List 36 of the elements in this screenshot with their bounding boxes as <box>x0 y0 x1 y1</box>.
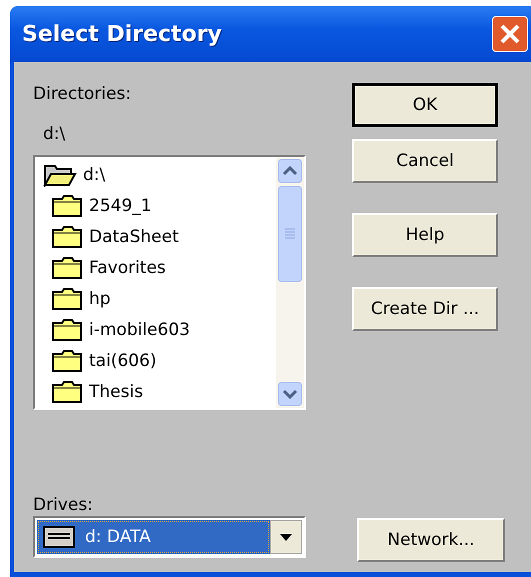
dialog-button[interactable]: Help <box>352 213 498 257</box>
drives-label: Drives: <box>33 494 94 516</box>
dropdown-arrow-button[interactable] <box>270 520 302 554</box>
folder-icon <box>51 380 83 404</box>
window-title: Select Directory <box>22 22 222 46</box>
scrollbar[interactable] <box>276 157 304 408</box>
directory-item[interactable]: i-mobile603 <box>43 314 276 345</box>
folder-icon <box>51 348 83 372</box>
dialog-button[interactable]: OK <box>352 83 498 127</box>
folder-icon <box>51 194 83 218</box>
dialog-button[interactable]: Create Dir ... <box>352 287 498 331</box>
scroll-thumb[interactable] <box>278 186 302 282</box>
open-folder-icon <box>43 162 77 186</box>
caret-icon <box>280 534 292 540</box>
directory-item[interactable]: DataSheet <box>43 221 276 252</box>
folder-icon <box>51 318 83 342</box>
close-button[interactable] <box>492 16 528 52</box>
scroll-down-button[interactable] <box>278 382 302 406</box>
dialog-button[interactable]: Cancel <box>352 139 498 183</box>
network-button[interactable]: Network... <box>357 518 505 562</box>
folder-icon <box>51 224 83 248</box>
directory-item[interactable]: Thesis <box>43 376 276 407</box>
drive-icon <box>43 526 75 548</box>
scroll-up-button[interactable] <box>278 159 302 183</box>
directory-item[interactable]: 2549_1 <box>43 190 276 221</box>
directory-item[interactable]: tai(606) <box>43 345 276 376</box>
directory-item[interactable]: Favorites <box>43 252 276 283</box>
current-path: d:\ <box>43 123 66 145</box>
folder-icon <box>51 286 83 310</box>
directories-label: Directories: <box>33 83 132 105</box>
directory-item[interactable]: d:\ <box>43 159 276 190</box>
close-icon <box>498 22 522 46</box>
folder-icon <box>51 256 83 280</box>
dropdown-value: d: DATA <box>85 527 151 547</box>
directory-item[interactable]: hp <box>43 283 276 314</box>
drives-dropdown[interactable]: d: DATA <box>33 516 306 558</box>
